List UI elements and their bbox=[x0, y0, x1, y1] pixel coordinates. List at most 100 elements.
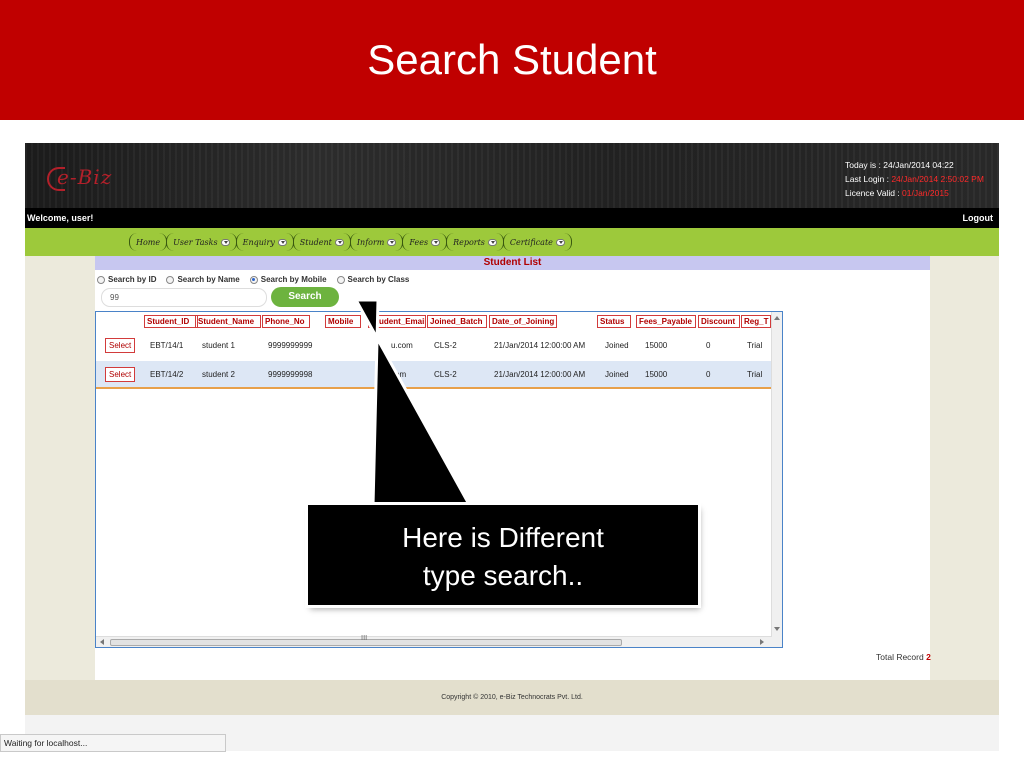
nav-item-label: Fees bbox=[409, 237, 429, 247]
column-header-student-id[interactable]: Student_ID bbox=[144, 315, 198, 328]
nav-item-label: Inform bbox=[356, 237, 385, 247]
cell-student-id: EBT/14/2 bbox=[150, 370, 184, 379]
total-record: Total Record 2 bbox=[876, 652, 931, 662]
slide-title-bar: Search Student bbox=[0, 0, 1024, 120]
header-info: Today is : 24/Jan/2014 04:22 Last Login … bbox=[845, 158, 984, 200]
student-list-panel: Student List Search by ID Search by Name S… bbox=[95, 256, 931, 680]
horizontal-scrollbar[interactable]: III bbox=[96, 634, 772, 647]
cell-discount: 0 bbox=[706, 370, 711, 379]
app-header: e-Biz Today is : 24/Jan/2014 04:22 Last … bbox=[25, 143, 999, 208]
column-header-date-of-joining[interactable]: Date_of_Joining bbox=[489, 315, 557, 328]
scroll-up-icon[interactable] bbox=[774, 316, 780, 320]
nav-item-label: Home bbox=[136, 237, 161, 247]
licence-value: 01/Jan/2015 bbox=[902, 188, 949, 198]
column-header-fees-payable[interactable]: Fees_Payable bbox=[636, 315, 696, 328]
licence-line: Licence Valid : 01/Jan/2015 bbox=[845, 186, 984, 200]
today-value: 24/Jan/2014 04:22 bbox=[883, 160, 954, 170]
column-header-mobile[interactable]: Mobile bbox=[325, 315, 361, 328]
vertical-scrollbar[interactable] bbox=[771, 312, 782, 647]
nav-item-fees[interactable]: Fees bbox=[402, 233, 448, 251]
today-line: Today is : 24/Jan/2014 04:22 bbox=[845, 158, 984, 172]
radio-search-by-name[interactable]: Search by Name bbox=[166, 275, 240, 284]
right-margin bbox=[930, 256, 999, 680]
scroll-right-icon[interactable] bbox=[760, 639, 764, 645]
radio-button-icon[interactable] bbox=[249, 275, 258, 284]
total-count: 2 bbox=[926, 652, 931, 662]
cell-status: Joined bbox=[605, 370, 629, 379]
student-list-title: Student List bbox=[95, 256, 930, 270]
cell-student-name: student 1 bbox=[202, 341, 235, 350]
welcome-bar: Welcome, user! Logout bbox=[25, 208, 999, 228]
app-screenshot: e-Biz Today is : 24/Jan/2014 04:22 Last … bbox=[25, 143, 999, 751]
radio-search-by-id[interactable]: Search by ID bbox=[97, 275, 156, 284]
chevron-down-icon[interactable] bbox=[487, 238, 497, 246]
radio-button-icon[interactable] bbox=[166, 275, 175, 284]
radio-label: Search by Name bbox=[177, 275, 240, 284]
main-menu: Home User Tasks Enquiry Student Inform Fees Re… bbox=[129, 233, 572, 251]
radio-label: Search by Mobile bbox=[260, 275, 327, 284]
nav-item-student[interactable]: Student bbox=[292, 233, 351, 251]
footer: Copyright © 2010, e-Biz Technocrats Pvt.… bbox=[25, 680, 999, 715]
nav-item-label: Reports bbox=[453, 237, 485, 247]
nav-item-home[interactable]: Home bbox=[129, 233, 168, 251]
app-logo[interactable]: e-Biz bbox=[47, 161, 137, 197]
total-label: Total Record bbox=[876, 652, 924, 662]
radio-search-by-mobile[interactable]: Search by Mobile bbox=[249, 275, 327, 284]
scroll-left-icon[interactable] bbox=[100, 639, 104, 645]
nav-item-reports[interactable]: Reports bbox=[446, 233, 504, 251]
last-login-line: Last Login : 24/Jan/2014 2:50:02 PM bbox=[845, 172, 984, 186]
cell-email: com bbox=[391, 370, 407, 379]
cell-phone-no: 9999999998 bbox=[268, 370, 313, 379]
column-header-phone-no[interactable]: Phone_No bbox=[262, 315, 310, 328]
chevron-down-icon[interactable] bbox=[387, 238, 397, 246]
search-button[interactable]: Search bbox=[271, 287, 339, 307]
table-row[interactable]: Select EBT/14/1 student 1 9999999999 u.com CL… bbox=[96, 332, 772, 360]
column-header-reg-t[interactable]: Reg_T bbox=[741, 315, 771, 328]
cell-phone-no: 9999999999 bbox=[268, 341, 313, 350]
last-login-label: Last Login : bbox=[845, 174, 892, 184]
nav-item-label: Enquiry bbox=[242, 237, 275, 247]
chevron-down-icon[interactable] bbox=[555, 238, 565, 246]
logo-text: e-Biz bbox=[57, 165, 113, 189]
callout-line-2: type search.. bbox=[422, 560, 584, 591]
nav-item-label: User Tasks bbox=[173, 237, 218, 247]
licence-label: Licence Valid : bbox=[845, 188, 903, 198]
welcome-text: Welcome, user! bbox=[27, 213, 94, 223]
today-label: Today is : bbox=[845, 160, 884, 170]
column-header-student-email[interactable]: Student_Email bbox=[368, 315, 426, 328]
column-header-student-name[interactable]: Student_Name bbox=[195, 315, 261, 328]
nav-item-user-tasks[interactable]: User Tasks bbox=[166, 233, 237, 251]
chevron-down-icon[interactable] bbox=[334, 238, 344, 246]
radio-label: Search by Class bbox=[347, 275, 410, 284]
column-header-joined-batch[interactable]: Joined_Batch bbox=[427, 315, 487, 328]
callout-box: Here is Different type search.. bbox=[308, 505, 698, 605]
cell-status: Joined bbox=[605, 341, 629, 350]
cell-fees: 15000 bbox=[645, 341, 668, 350]
browser-status-bar: Waiting for localhost... bbox=[0, 734, 226, 752]
chevron-down-icon[interactable] bbox=[220, 238, 230, 246]
nav-item-certificate[interactable]: Certificate bbox=[502, 233, 572, 251]
slide-title: Search Student bbox=[367, 36, 657, 83]
logout-link[interactable]: Logout bbox=[963, 213, 994, 223]
nav-item-inform[interactable]: Inform bbox=[349, 233, 404, 251]
nav-item-enquiry[interactable]: Enquiry bbox=[235, 233, 294, 251]
nav-item-label: Certificate bbox=[509, 237, 553, 247]
chevron-down-icon[interactable] bbox=[431, 238, 441, 246]
radio-button-icon[interactable] bbox=[336, 275, 345, 284]
radio-button-icon[interactable] bbox=[97, 275, 105, 284]
radio-search-by-class[interactable]: Search by Class bbox=[336, 275, 410, 284]
cell-student-id: EBT/14/1 bbox=[150, 341, 184, 350]
scroll-down-icon[interactable] bbox=[774, 627, 780, 631]
chevron-down-icon[interactable] bbox=[277, 238, 287, 246]
column-header-status[interactable]: Status bbox=[597, 315, 631, 328]
search-input[interactable]: 99 bbox=[101, 288, 267, 307]
nav-item-label: Student bbox=[299, 237, 332, 247]
table-row[interactable]: Select EBT/14/2 student 2 9999999998 com CLS-… bbox=[96, 361, 772, 389]
cell-date: 21/Jan/2014 12:00:00 AM bbox=[494, 341, 586, 350]
cell-date: 21/Jan/2014 12:00:00 AM bbox=[494, 370, 586, 379]
column-header-discount[interactable]: Discount bbox=[698, 315, 740, 328]
select-button[interactable]: Select bbox=[105, 338, 136, 353]
select-button[interactable]: Select bbox=[105, 367, 136, 382]
left-margin bbox=[25, 256, 95, 680]
callout-line-1: Here is Different bbox=[402, 522, 604, 553]
